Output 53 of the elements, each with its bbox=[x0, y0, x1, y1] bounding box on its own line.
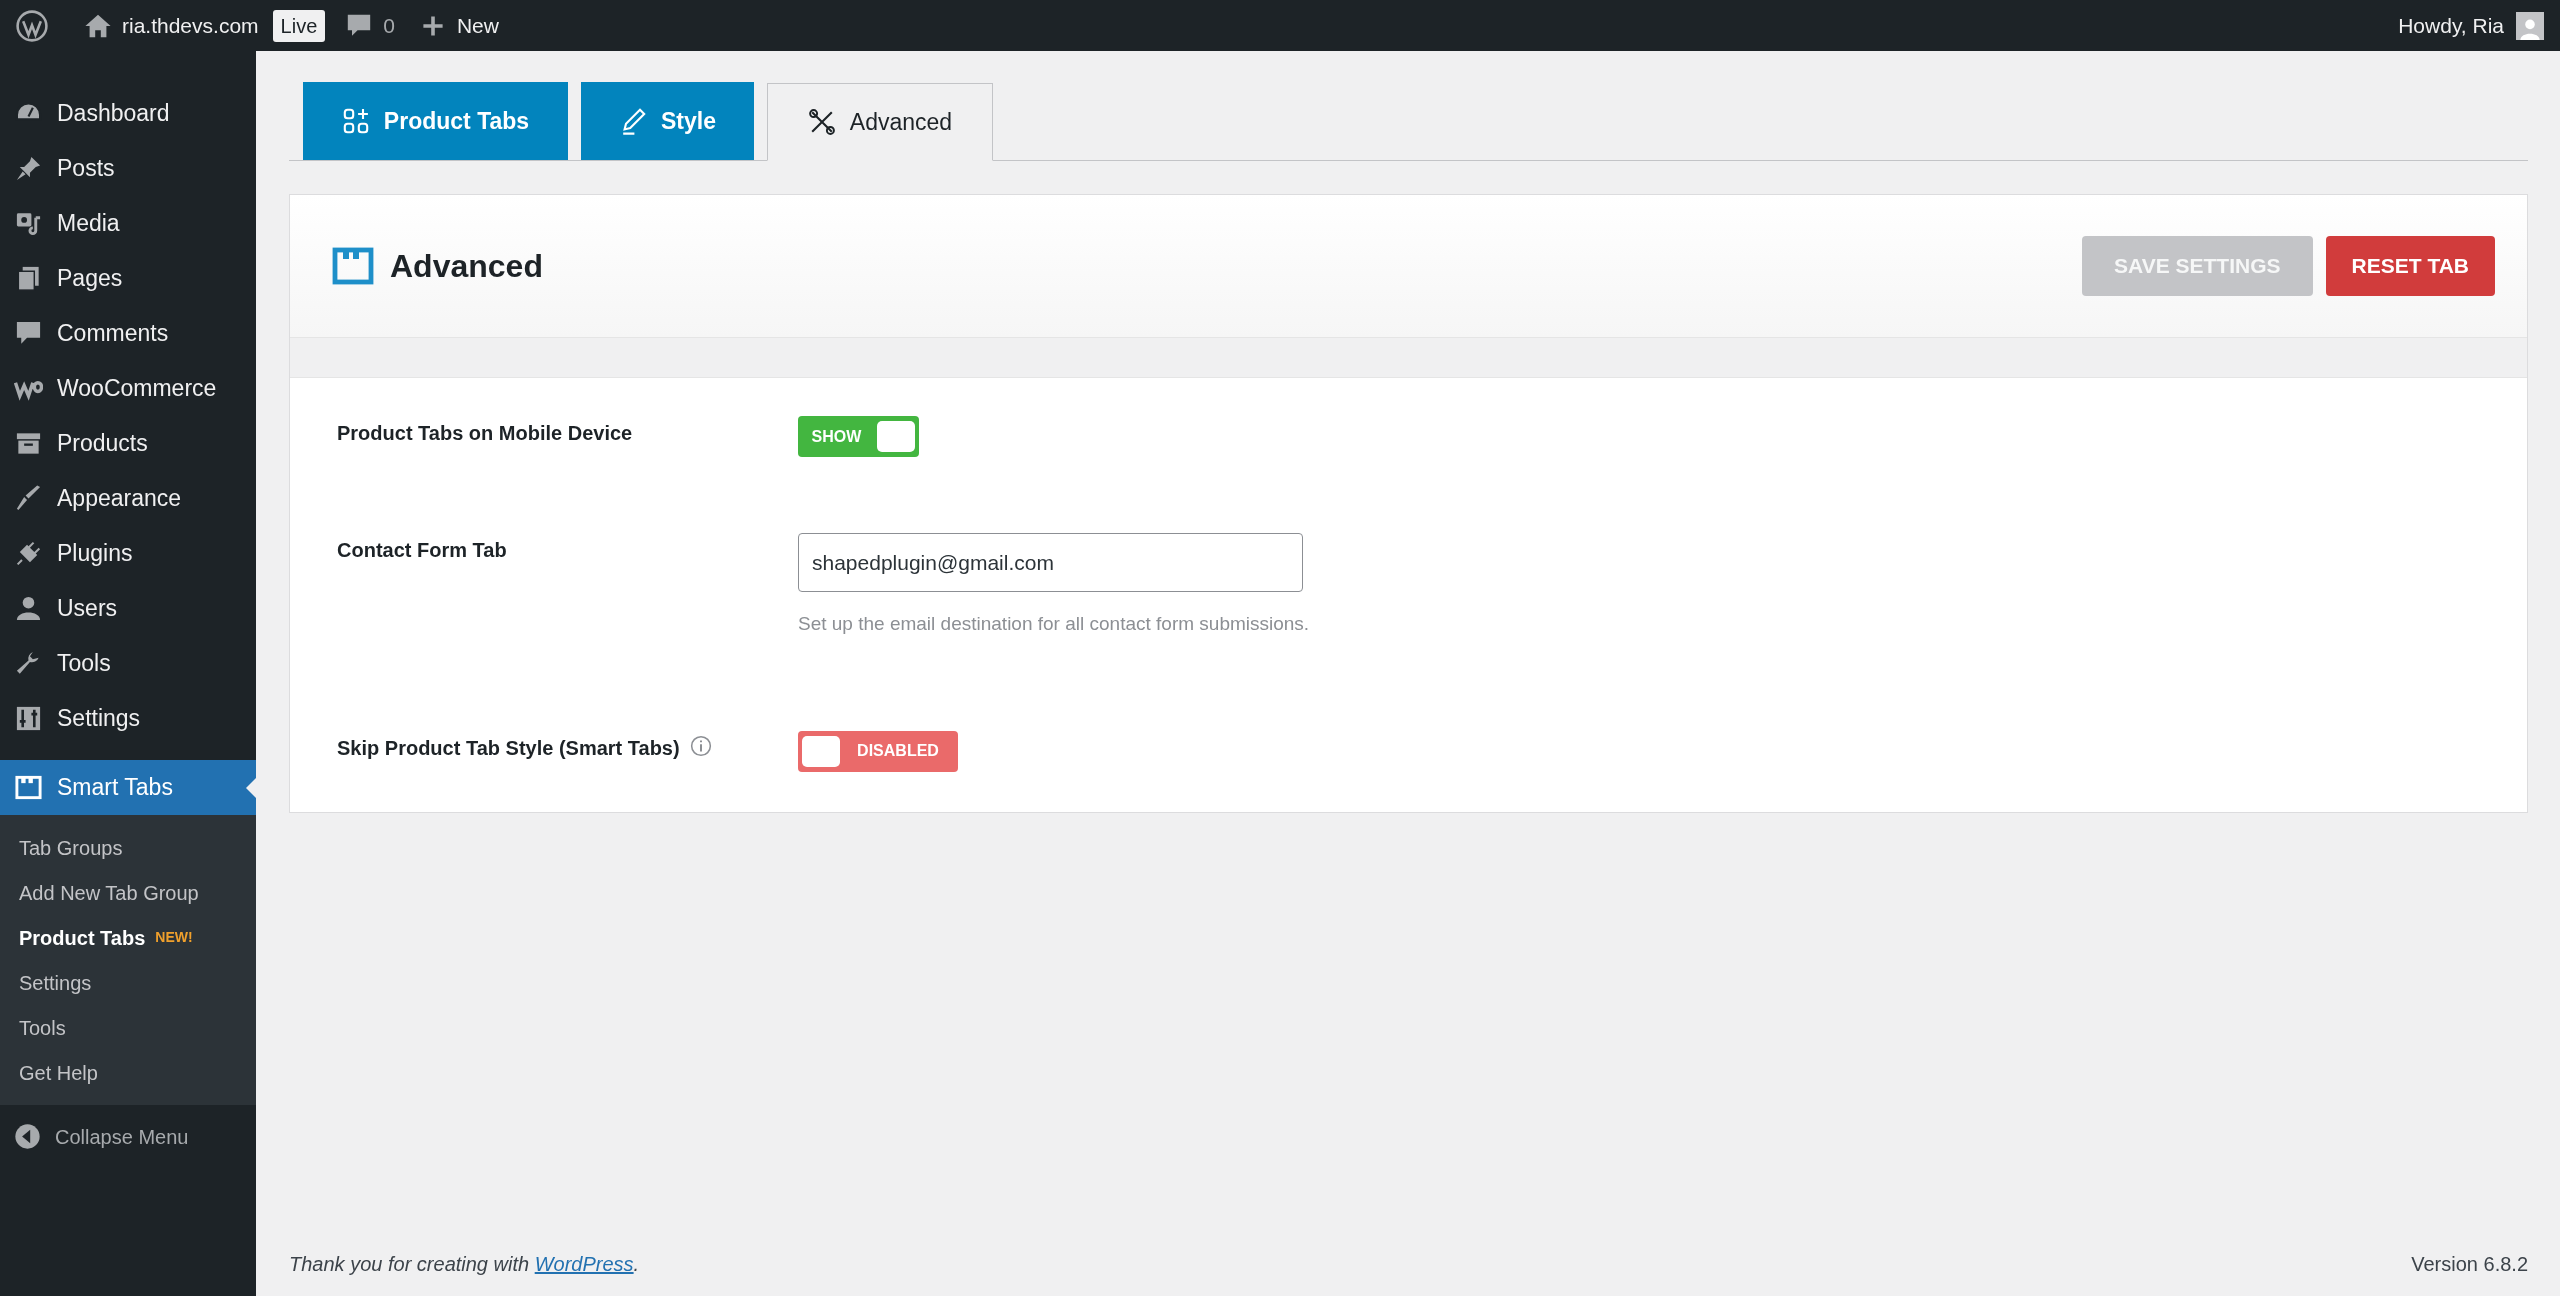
sidebar-menu-item[interactable]: Pages bbox=[0, 251, 256, 306]
sidebar-menu-item[interactable]: Tools bbox=[0, 636, 256, 691]
site-name-link[interactable]: ria.thdevs.com bbox=[122, 9, 259, 42]
sidebar-menu-item[interactable]: Appearance bbox=[0, 471, 256, 526]
plus-icon bbox=[420, 13, 445, 38]
wordpress-logo-icon bbox=[16, 9, 48, 42]
tools-cross-icon bbox=[807, 108, 836, 136]
menu-pointer-icon bbox=[246, 778, 256, 798]
submenu-item[interactable]: Settings bbox=[0, 960, 256, 1005]
sidebar-menu-item[interactable]: Media bbox=[0, 196, 256, 251]
live-badge: Live bbox=[272, 9, 326, 42]
info-icon bbox=[689, 734, 712, 757]
plug-icon bbox=[14, 539, 43, 568]
reset-tab-button[interactable]: RESET TAB bbox=[2325, 236, 2495, 296]
help-text: Set up the email destination for all contact form submissions. bbox=[798, 612, 1310, 636]
user-icon bbox=[14, 594, 43, 623]
pushpin-icon bbox=[14, 154, 43, 183]
submenu-label: Product Tabs bbox=[19, 925, 146, 951]
avatar-icon[interactable] bbox=[2516, 11, 2544, 40]
submenu-item[interactable]: Get Help bbox=[0, 1050, 256, 1095]
sidebar-menu-item[interactable]: Users bbox=[0, 581, 256, 636]
panel-title: Advanced bbox=[390, 247, 543, 286]
footer-credit-text: Thank you for creating with WordPress. bbox=[289, 1252, 640, 1277]
window-logo-icon bbox=[330, 246, 376, 286]
field-label: Skip Product Tab Style (Smart Tabs) bbox=[337, 735, 680, 761]
field-label: Product Tabs on Mobile Device bbox=[337, 421, 633, 446]
submenu-item[interactable]: Tools bbox=[0, 1005, 256, 1050]
field-label: Contact Form Tab bbox=[337, 538, 507, 563]
collapse-menu-button[interactable]: Collapse Menu bbox=[0, 1109, 256, 1164]
sidebar-menu-item[interactable]: Comments bbox=[0, 306, 256, 361]
sidebar-menu-item[interactable]: Products bbox=[0, 416, 256, 471]
comment-count[interactable]: 0 bbox=[383, 9, 395, 42]
version-text: Version 6.8.2 bbox=[2411, 1252, 2528, 1277]
sidebar-menu-item[interactable]: WooCommerce bbox=[0, 361, 256, 416]
tab[interactable]: Advanced bbox=[767, 83, 993, 161]
submenu-item[interactable]: Tab Groups bbox=[0, 825, 256, 870]
tab[interactable]: Product Tabs bbox=[303, 82, 568, 160]
sidebar-menu-item[interactable]: Dashboard bbox=[0, 86, 256, 141]
sidebar-menu-item[interactable]: Posts bbox=[0, 141, 256, 196]
submenu-item[interactable]: Add New Tab Group bbox=[0, 870, 256, 915]
sidebar-menu-item[interactable]: Settings bbox=[0, 691, 256, 746]
new-label: NEW! bbox=[155, 928, 193, 947]
sidebar-menu-item[interactable]: Plugins bbox=[0, 526, 256, 581]
window-icon bbox=[14, 773, 43, 802]
apps-plus-icon bbox=[341, 107, 370, 135]
new-link[interactable]: New bbox=[456, 9, 499, 42]
sidebar-menu-item[interactable]: Smart Tabs bbox=[0, 760, 256, 815]
tab[interactable]: Style bbox=[581, 82, 754, 160]
submenu-item[interactable]: Product Tabs NEW! bbox=[0, 915, 256, 960]
email-input-field[interactable]: shapedplugin@gmail.com bbox=[798, 533, 1303, 592]
greeting-text[interactable]: Howdy, Ria bbox=[2398, 9, 2504, 42]
sliders-icon bbox=[14, 704, 43, 733]
wordpress-link[interactable]: WordPress bbox=[534, 1253, 634, 1275]
